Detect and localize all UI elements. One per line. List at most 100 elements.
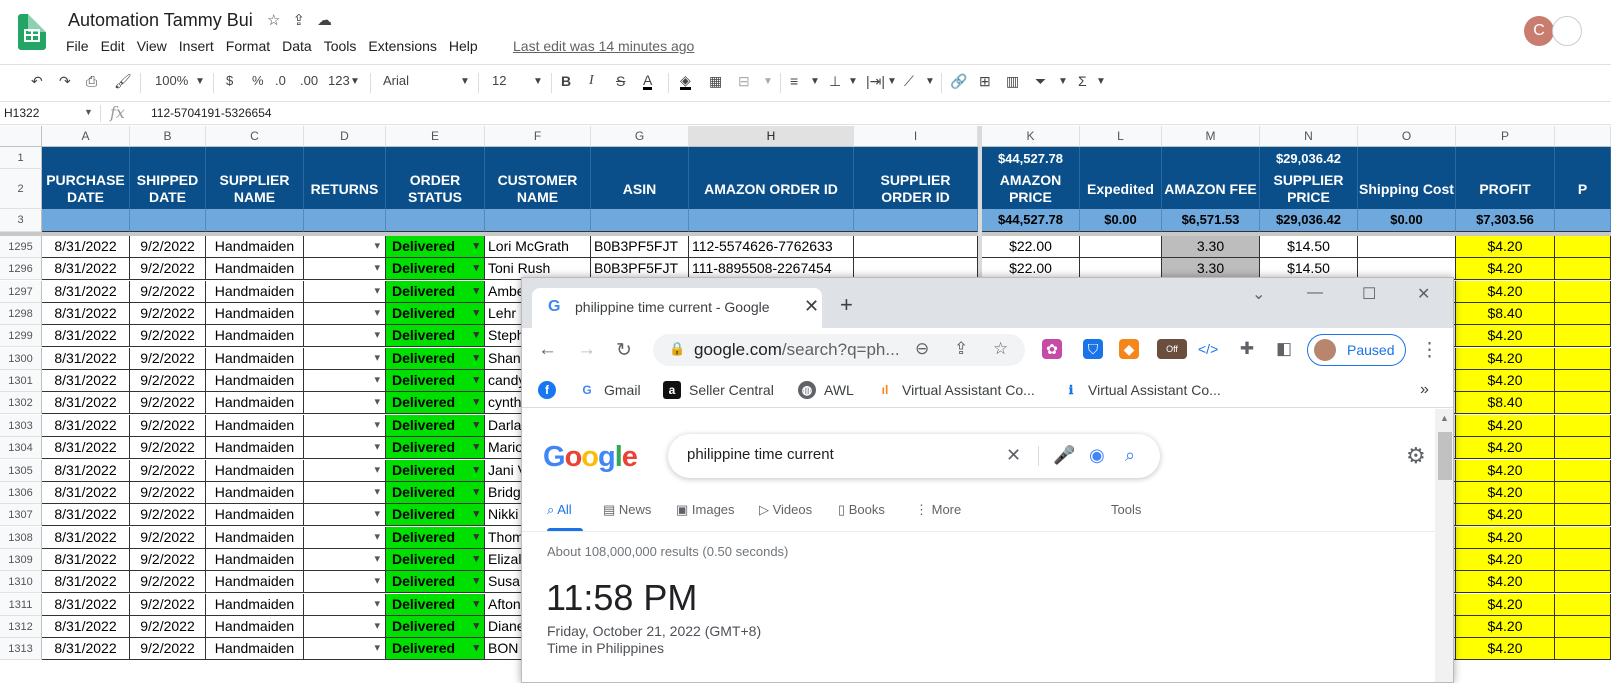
redo-icon[interactable]: ↷ <box>59 73 71 90</box>
totals-cell[interactable] <box>689 209 854 232</box>
totals-cell[interactable] <box>206 209 304 232</box>
percent-format-button[interactable]: % <box>252 73 264 88</box>
returns-dropdown[interactable] <box>304 504 386 527</box>
bookmark-virtual-assistant-1[interactable]: ıl Virtual Assistant Co... <box>876 381 1035 399</box>
metamask-icon[interactable]: ◆ <box>1119 339 1139 359</box>
merge-dropdown-icon[interactable]: ▼ <box>763 76 773 87</box>
returns-dropdown[interactable] <box>304 236 386 258</box>
cell-a[interactable]: 8/31/2022 <box>42 258 130 281</box>
more-formats-dropdown-icon[interactable]: ▼ <box>350 76 360 87</box>
row-header[interactable]: 1310 <box>0 571 42 594</box>
cell-c[interactable]: Handmaiden <box>206 325 304 348</box>
column-header-c[interactable]: C <box>206 126 304 147</box>
returns-dropdown[interactable] <box>304 459 386 482</box>
extension-honey-icon[interactable]: ✿ <box>1042 339 1062 359</box>
cell-q[interactable] <box>1555 236 1611 258</box>
returns-dropdown[interactable] <box>304 370 386 393</box>
cell-c[interactable]: Handmaiden <box>206 370 304 393</box>
row-header[interactable]: 1304 <box>0 437 42 460</box>
order-status-dropdown[interactable]: Delivered <box>386 548 485 571</box>
header-row1-cell[interactable] <box>1456 147 1555 169</box>
cell-p[interactable]: $4.20 <box>1456 615 1555 638</box>
bold-button[interactable]: B <box>561 73 571 89</box>
returns-dropdown[interactable] <box>304 347 386 370</box>
bookmark-star-icon[interactable]: ☆ <box>993 339 1008 359</box>
menu-view[interactable]: View <box>137 38 173 54</box>
returns-dropdown[interactable] <box>304 414 386 437</box>
minimize-icon[interactable]: — <box>1307 284 1323 302</box>
cell-c[interactable]: Handmaiden <box>206 526 304 549</box>
browser-tab[interactable]: G philippine time current - Google ✕ <box>532 288 822 328</box>
row-header[interactable]: 1295 <box>0 236 42 258</box>
rotation-dropdown-icon[interactable]: ▼ <box>925 76 935 87</box>
tab-books[interactable]: ▯ Books <box>838 502 885 518</box>
filter-icon[interactable]: ⏷ <box>1035 73 1046 90</box>
header-row1-cell[interactable] <box>130 147 206 169</box>
header-row1-cell[interactable] <box>689 147 854 169</box>
row-header[interactable]: 1311 <box>0 593 42 616</box>
insert-link-icon[interactable]: 🔗 <box>950 73 967 90</box>
share-avatar[interactable] <box>1552 16 1582 46</box>
cell-b[interactable]: 9/2/2022 <box>130 303 206 326</box>
returns-dropdown[interactable] <box>304 526 386 549</box>
cell-p[interactable]: $8.40 <box>1456 392 1555 415</box>
row-header[interactable]: 1298 <box>0 303 42 326</box>
insert-comment-icon[interactable]: ⊞ <box>979 73 991 90</box>
cell-c[interactable]: Handmaiden <box>206 258 304 281</box>
column-title-b[interactable]: SHIPPED DATE <box>130 169 206 209</box>
returns-dropdown[interactable] <box>304 615 386 638</box>
cell-b[interactable]: 9/2/2022 <box>130 414 206 437</box>
cell-p[interactable]: $4.20 <box>1456 325 1555 348</box>
header-row1-cell[interactable] <box>1162 147 1260 169</box>
lens-camera-icon[interactable]: ◉ <box>1089 445 1105 466</box>
returns-dropdown[interactable] <box>304 593 386 616</box>
column-title-i[interactable]: SUPPLIER ORDER ID <box>854 169 978 209</box>
cell-p[interactable]: $4.20 <box>1456 370 1555 393</box>
cell-b[interactable]: 9/2/2022 <box>130 615 206 638</box>
totals-cell[interactable]: $29,036.42 <box>1260 209 1358 232</box>
order-status-dropdown[interactable]: Delivered <box>386 526 485 549</box>
column-header-i[interactable]: I <box>854 126 978 147</box>
bookmark-facebook[interactable]: f <box>538 381 556 399</box>
row-header[interactable]: 2 <box>0 169 42 209</box>
header-row1-cell[interactable]: $29,036.42 <box>1260 147 1358 169</box>
font-size-dropdown-icon[interactable]: ▼ <box>533 76 543 87</box>
cell-q[interactable] <box>1555 615 1611 638</box>
returns-dropdown[interactable] <box>304 571 386 594</box>
move-to-folder-icon[interactable]: ⇪ <box>292 11 305 29</box>
header-row1-cell[interactable] <box>1358 147 1456 169</box>
cell-p[interactable]: $4.20 <box>1456 414 1555 437</box>
more-bookmarks-button[interactable]: » <box>1420 381 1429 399</box>
order-status-dropdown[interactable]: Delivered <box>386 258 485 281</box>
cell-a[interactable]: 8/31/2022 <box>42 392 130 415</box>
extensions-puzzle-icon[interactable]: ✚ <box>1237 339 1257 359</box>
cell-c[interactable]: Handmaiden <box>206 392 304 415</box>
cell-a[interactable]: 8/31/2022 <box>42 370 130 393</box>
totals-cell[interactable] <box>386 209 485 232</box>
cell-l[interactable] <box>1080 236 1162 258</box>
cell-p[interactable]: $4.20 <box>1456 481 1555 504</box>
cell-a[interactable]: 8/31/2022 <box>42 347 130 370</box>
menu-help[interactable]: Help <box>449 38 484 54</box>
cell-a[interactable]: 8/31/2022 <box>42 571 130 594</box>
cell-b[interactable]: 9/2/2022 <box>130 370 206 393</box>
cell-b[interactable]: 9/2/2022 <box>130 638 206 661</box>
text-color-button[interactable]: A <box>643 73 653 90</box>
share-icon[interactable]: ⇪ <box>954 339 968 359</box>
bookmark-gmail[interactable]: G Gmail <box>578 381 640 399</box>
cell-p[interactable]: $4.20 <box>1456 593 1555 616</box>
cell-q[interactable] <box>1555 303 1611 326</box>
totals-cell[interactable]: $0.00 <box>1358 209 1456 232</box>
print-icon[interactable]: ⎙ <box>86 73 97 90</box>
zoom-icon[interactable]: ⊖ <box>915 339 929 359</box>
totals-cell[interactable] <box>485 209 591 232</box>
cell-q[interactable] <box>1555 504 1611 527</box>
order-status-dropdown[interactable]: Delivered <box>386 392 485 415</box>
cell-p[interactable]: $4.20 <box>1456 571 1555 594</box>
profile-paused-button[interactable]: Paused <box>1307 334 1406 366</box>
menu-insert[interactable]: Insert <box>179 38 220 54</box>
functions-dropdown-icon[interactable]: ▼ <box>1096 76 1106 87</box>
column-header-d[interactable]: D <box>304 126 386 147</box>
tab-news[interactable]: ▤ News <box>603 502 651 518</box>
header-row1-cell[interactable] <box>304 147 386 169</box>
